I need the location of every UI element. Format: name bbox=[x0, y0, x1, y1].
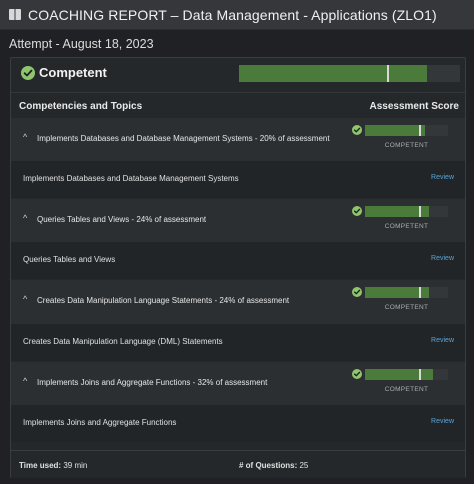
collapse-caret-icon[interactable]: ^ bbox=[23, 132, 27, 142]
check-circle-icon bbox=[352, 369, 362, 379]
collapse-caret-icon[interactable]: ^ bbox=[23, 213, 27, 223]
book-icon bbox=[9, 9, 21, 20]
collapse-caret-icon[interactable]: ^ bbox=[23, 376, 27, 386]
column-header-score: Assessment Score bbox=[369, 101, 460, 112]
check-circle-icon bbox=[352, 206, 362, 216]
topic-row: Implements Databases and Database Manage… bbox=[11, 161, 465, 198]
competency-title: Implements Databases and Database Manage… bbox=[37, 134, 330, 143]
review-link[interactable]: Review bbox=[431, 418, 454, 425]
competency-score-bar bbox=[365, 369, 448, 380]
competency-score-bar bbox=[365, 125, 448, 136]
overall-status: Competent bbox=[39, 65, 107, 80]
competency-section[interactable]: ^ Implements Databases and Database Mana… bbox=[11, 118, 465, 162]
attempt-date: Attempt - August 18, 2023 bbox=[9, 37, 154, 51]
topic-row: Implements Joins and Aggregate Functions… bbox=[11, 405, 465, 442]
topic-row: Creates Data Manipulation Language (DML)… bbox=[11, 324, 465, 361]
competency-section[interactable]: ^ Implements Joins and Aggregate Functio… bbox=[11, 362, 465, 406]
score-marker bbox=[418, 125, 421, 136]
review-link[interactable]: Review bbox=[431, 174, 454, 181]
competency-section[interactable]: ^ Creates Data Manipulation Language Sta… bbox=[11, 280, 465, 324]
topic-name: Creates Data Manipulation Language (DML)… bbox=[23, 337, 223, 346]
question-count-value: 25 bbox=[299, 461, 309, 470]
column-header-competencies: Competencies and Topics bbox=[19, 101, 143, 112]
competency-status: COMPETENT bbox=[384, 304, 429, 311]
page-title: COACHING REPORT – Data Management - Appl… bbox=[28, 6, 437, 23]
time-used: Time used: 39 min bbox=[19, 461, 87, 470]
competency-status: COMPETENT bbox=[384, 223, 429, 230]
competency-title: Implements Joins and Aggregate Functions… bbox=[37, 378, 268, 387]
score-marker bbox=[387, 65, 390, 82]
score-marker bbox=[418, 206, 421, 217]
time-used-value: 39 min bbox=[63, 461, 88, 470]
check-circle-icon bbox=[352, 125, 362, 135]
check-circle-icon bbox=[352, 287, 362, 297]
overall-score-bar bbox=[239, 65, 460, 82]
collapse-caret-icon[interactable]: ^ bbox=[23, 294, 27, 304]
topic-row: Queries Tables and Views Review bbox=[11, 242, 465, 279]
competency-status: COMPETENT bbox=[384, 142, 429, 149]
question-count-label: # of Questions: bbox=[239, 461, 298, 470]
competency-title: Creates Data Manipulation Language State… bbox=[37, 296, 290, 305]
overall-summary: Competent bbox=[11, 58, 465, 90]
question-count: # of Questions: 25 bbox=[239, 461, 308, 470]
score-fill bbox=[365, 369, 434, 380]
competency-title: Queries Tables and Views - 24% of assess… bbox=[37, 215, 207, 224]
score-marker bbox=[418, 287, 421, 298]
divider bbox=[11, 92, 465, 93]
report-footer: Time used: 39 min # of Questions: 25 bbox=[11, 450, 465, 478]
time-used-label: Time used: bbox=[19, 461, 62, 470]
topic-name: Queries Tables and Views bbox=[23, 255, 116, 264]
review-link[interactable]: Review bbox=[431, 337, 454, 344]
competency-section[interactable]: ^ Queries Tables and Views - 24% of asse… bbox=[11, 199, 465, 243]
competency-status: COMPETENT bbox=[384, 386, 429, 393]
report-card: Competent Competencies and Topics Assess… bbox=[10, 57, 466, 478]
score-fill bbox=[365, 125, 425, 136]
competency-score-bar bbox=[365, 206, 448, 217]
competency-score-bar bbox=[365, 287, 448, 298]
score-fill bbox=[239, 65, 427, 82]
topic-name: Implements Joins and Aggregate Functions bbox=[23, 418, 177, 427]
score-marker bbox=[418, 369, 421, 380]
title-bar: COACHING REPORT – Data Management - Appl… bbox=[0, 0, 474, 30]
topic-name: Implements Databases and Database Manage… bbox=[23, 174, 239, 183]
review-link[interactable]: Review bbox=[431, 255, 454, 262]
check-circle-icon bbox=[21, 66, 35, 80]
